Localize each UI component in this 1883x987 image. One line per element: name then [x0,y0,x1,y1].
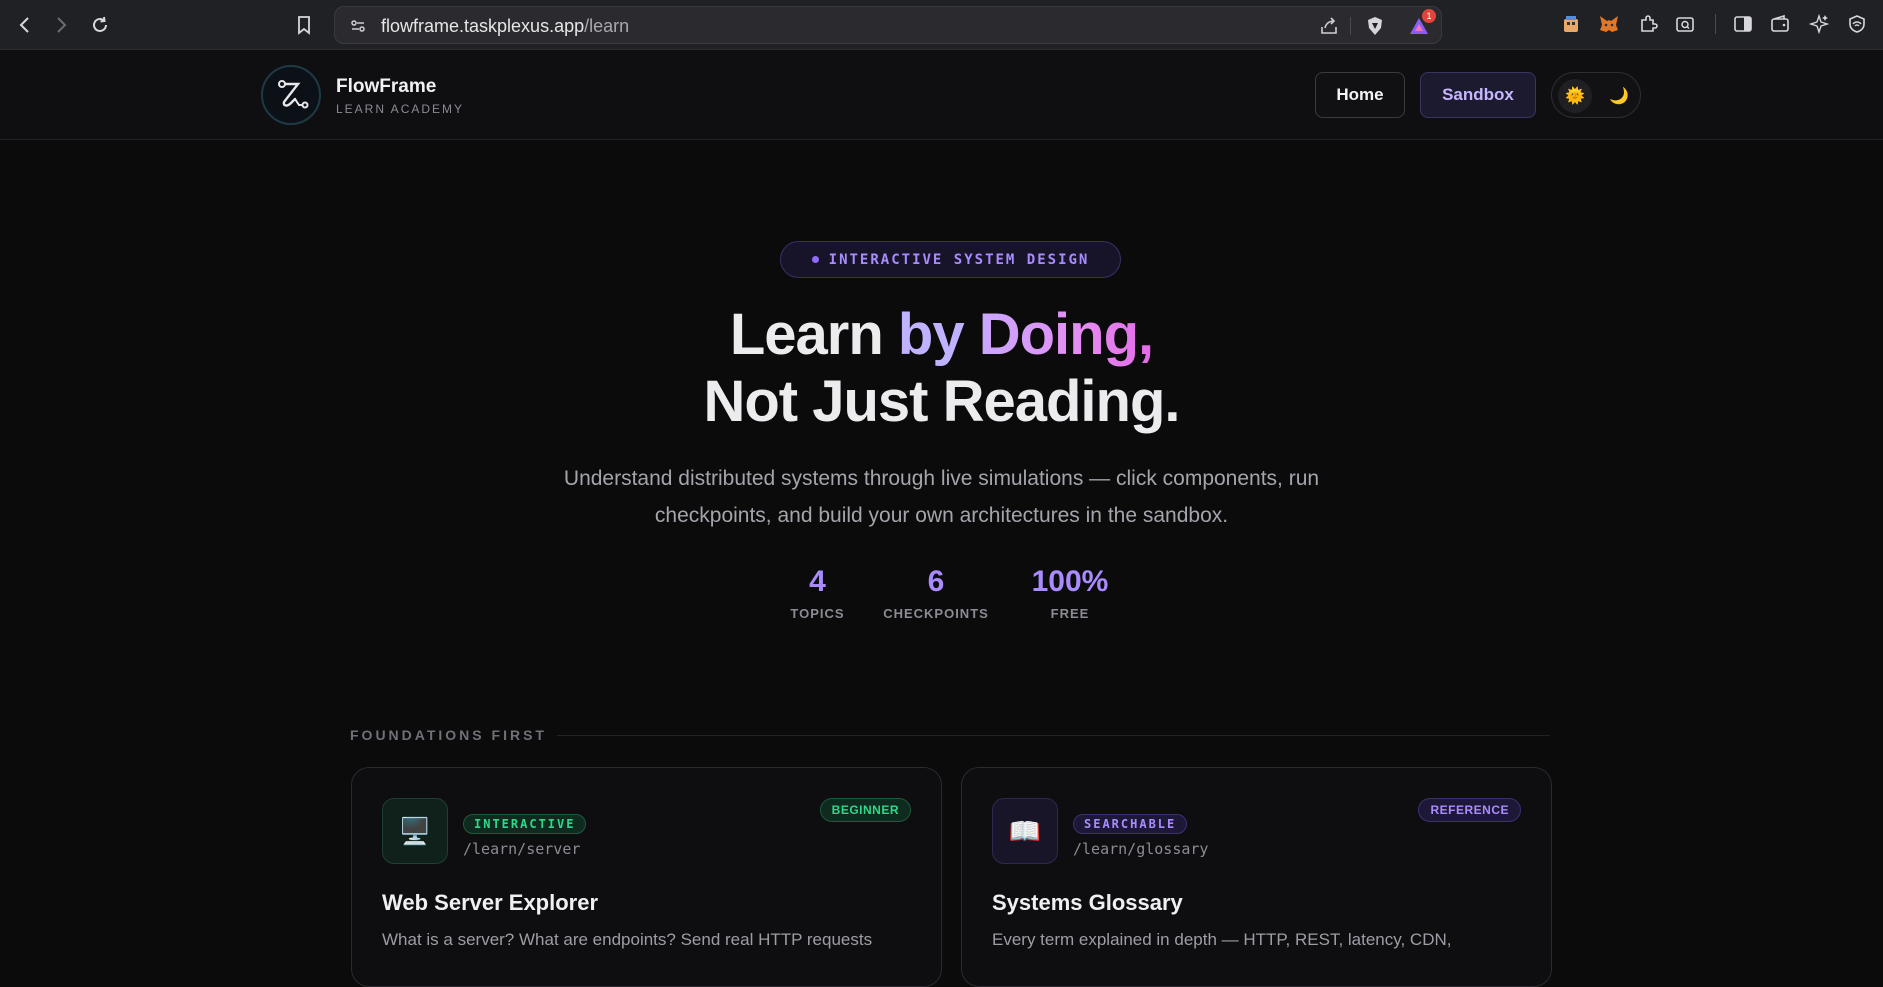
brand-subtitle: LEARN ACADEMY [336,102,465,116]
theme-toggle[interactable]: 🌞 🌙 [1551,72,1641,118]
hero-title-by: by [897,302,965,367]
hero-title-doing: Doing, [978,302,1154,367]
stat-free: 100% FREE [1020,563,1120,621]
section-title: FOUNDATIONS FIRST [350,727,547,743]
monitor-icon: 🖥️ [382,798,448,864]
moon-icon[interactable]: 🌙 [1602,79,1636,113]
site-header: FlowFrame LEARN ACADEMY Home Sandbox 🌞 🌙 [0,50,1883,140]
pill-dot [811,256,819,263]
address-bar[interactable]: flowframe.taskplexus.app/learn 1 [334,6,1442,44]
sidebar-icon[interactable] [1731,12,1755,36]
hero-title-learn: Learn [729,302,884,367]
metamask-icon[interactable] [1597,12,1621,36]
level-badge: BEGINNER [819,798,911,822]
search-tab-icon[interactable] [1673,12,1697,36]
stat-value: 100% [1031,565,1109,598]
stat-value: 4 [809,565,826,598]
forward-icon[interactable] [46,10,76,40]
extension-icon[interactable] [1559,12,1583,36]
url-host: flowframe.taskplexus.app [381,16,585,36]
url-text[interactable]: flowframe.taskplexus.app/learn [381,16,629,37]
stat-topics: 4 TOPICS [780,563,855,621]
stat-label: FREE [1050,606,1090,621]
back-icon[interactable] [10,10,40,40]
section-divider [557,735,1550,736]
card-route: /learn/glossary [1073,840,1209,858]
reload-icon[interactable] [85,10,115,40]
pill-label: INTERACTIVE SYSTEM DESIGN [828,251,1090,268]
card-web-server-explorer[interactable]: 🖥️ INTERACTIVE /learn/server BEGINNER We… [351,767,942,987]
stat-checkpoints: 6 CHECKPOINTS [876,563,996,621]
book-icon: 📖 [992,798,1058,864]
card-tag: SEARCHABLE [1073,814,1188,834]
stat-value: 6 [927,565,945,598]
url-divider [1350,17,1351,35]
card-description: What is a server? What are endpoints? Se… [382,930,873,949]
card-systems-glossary[interactable]: 📖 SEARCHABLE /learn/glossary REFERENCE S… [961,767,1552,987]
site-settings-icon[interactable] [347,15,369,37]
hero-title-line1: Learn by Doing, [0,302,1883,368]
leo-ai-icon[interactable] [1807,12,1831,36]
hero-title-line2: Not Just Reading. [703,369,1180,434]
card-tag: INTERACTIVE [463,814,587,834]
vpn-icon[interactable] [1845,12,1869,36]
flow-logo-icon [278,80,309,109]
card-title[interactable]: Systems Glossary [992,890,1183,916]
home-button[interactable]: Home [1315,72,1405,118]
level-badge: REFERENCE [1418,798,1521,822]
rewards-badge: 1 [1422,9,1436,23]
browser-toolbar: flowframe.taskplexus.app/learn 1 [0,0,1883,50]
brand-name[interactable]: FlowFrame [336,76,436,98]
share-icon[interactable] [1318,15,1340,37]
stat-label: CHECKPOINTS [883,606,989,621]
card-description: Every term explained in depth — HTTP, RE… [992,930,1452,949]
brave-shield-icon[interactable] [1364,15,1386,37]
sandbox-button[interactable]: Sandbox [1420,72,1536,118]
card-route: /learn/server [463,840,581,858]
hero-lead-line1: Understand distributed systems through l… [563,467,1320,490]
hero-lead: Understand distributed systems through l… [500,460,1383,534]
hero-lead-line2: checkpoints, and build your own architec… [654,504,1229,527]
wallet-icon[interactable] [1768,12,1792,36]
url-path: /learn [584,16,630,36]
flowframe-logo[interactable] [261,65,321,125]
puzzle-icon[interactable] [1636,12,1660,36]
hero-pill-badge: INTERACTIVE SYSTEM DESIGN [780,241,1121,278]
card-title[interactable]: Web Server Explorer [382,890,598,916]
toolbar-divider [1715,14,1716,34]
sun-icon[interactable]: 🌞 [1558,79,1592,113]
bookmark-icon[interactable] [289,10,319,40]
stat-label: TOPICS [790,606,845,621]
